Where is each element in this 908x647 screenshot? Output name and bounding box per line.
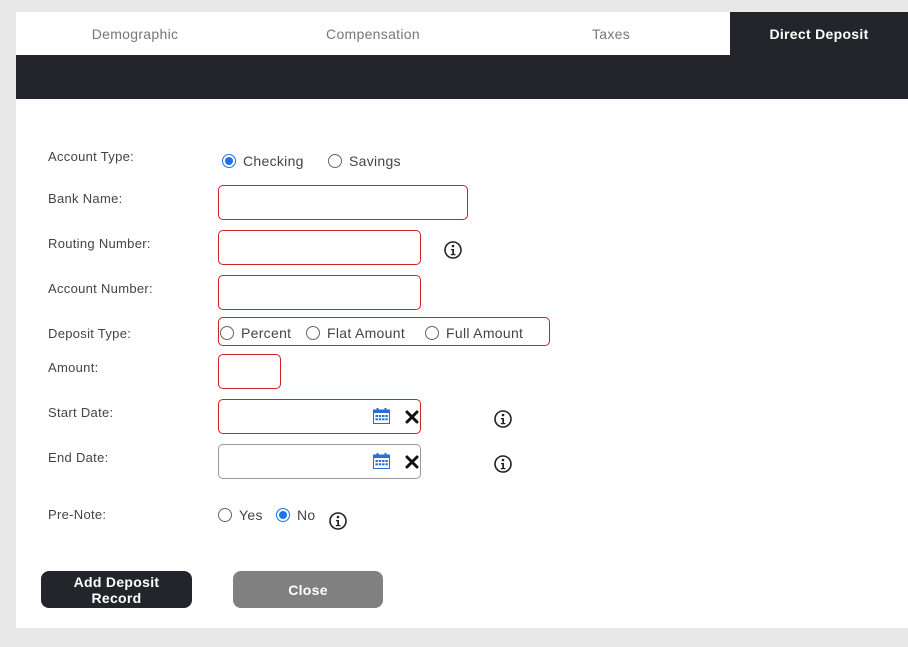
end-date-info-icon[interactable] (494, 455, 512, 473)
flat-amount-radio[interactable] (306, 326, 320, 340)
checking-radio[interactable] (222, 154, 236, 168)
routing-info-icon[interactable] (444, 241, 462, 259)
percent-label: Percent (241, 325, 292, 341)
flat-amount-label: Flat Amount (327, 325, 406, 341)
tab-compensation[interactable]: Compensation (254, 12, 492, 55)
amount-field[interactable] (218, 354, 281, 389)
account-type-savings-option[interactable]: Savings (328, 153, 401, 169)
savings-radio[interactable] (328, 154, 342, 168)
deposit-type-percent-option[interactable]: Percent (220, 325, 291, 341)
start-date-calendar-icon[interactable] (373, 408, 390, 424)
deposit-type-flat-amount-option[interactable]: Flat Amount (306, 325, 405, 341)
deposit-type-label: Deposit Type: (48, 326, 132, 341)
checking-label: Checking (243, 153, 304, 169)
pre-note-no-option[interactable]: No (276, 507, 316, 523)
amount-label: Amount: (48, 360, 99, 375)
amount-input[interactable] (219, 355, 280, 388)
pre-note-label: Pre-Note: (48, 507, 107, 522)
account-type-label: Account Type: (48, 149, 135, 164)
routing-number-input[interactable] (219, 231, 420, 264)
account-number-field[interactable] (218, 275, 421, 310)
end-date-input[interactable] (219, 445, 369, 478)
start-date-field[interactable] (218, 399, 421, 434)
full-amount-label: Full Amount (446, 325, 524, 341)
bank-name-field[interactable] (218, 185, 468, 220)
account-type-checking-option[interactable]: Checking (222, 153, 304, 169)
end-date-label: End Date: (48, 450, 109, 465)
start-date-input[interactable] (219, 400, 369, 433)
no-label: No (297, 507, 316, 523)
start-date-clear-icon[interactable] (405, 410, 419, 424)
yes-radio[interactable] (218, 508, 232, 522)
account-number-input[interactable] (219, 276, 420, 309)
routing-number-label: Routing Number: (48, 236, 151, 251)
end-date-field[interactable] (218, 444, 421, 479)
savings-label: Savings (349, 153, 401, 169)
start-date-label: Start Date: (48, 405, 114, 420)
account-number-label: Account Number: (48, 281, 153, 296)
no-radio[interactable] (276, 508, 290, 522)
close-button[interactable]: Close (233, 571, 383, 608)
tab-direct-deposit[interactable]: Direct Deposit (730, 12, 908, 55)
yes-label: Yes (239, 507, 263, 523)
end-date-calendar-icon[interactable] (373, 453, 390, 469)
tab-taxes[interactable]: Taxes (492, 12, 730, 55)
pre-note-yes-option[interactable]: Yes (218, 507, 263, 523)
bank-name-label: Bank Name: (48, 191, 123, 206)
header-bar (16, 55, 908, 99)
end-date-clear-icon[interactable] (405, 455, 419, 469)
add-deposit-record-button[interactable]: Add Deposit Record (41, 571, 192, 608)
deposit-type-full-amount-option[interactable]: Full Amount (425, 325, 523, 341)
tab-bar: Demographic Compensation Taxes Direct De… (16, 12, 908, 55)
routing-number-field[interactable] (218, 230, 421, 265)
start-date-info-icon[interactable] (494, 410, 512, 428)
bank-name-input[interactable] (219, 186, 467, 219)
pre-note-info-icon[interactable] (329, 512, 347, 530)
percent-radio[interactable] (220, 326, 234, 340)
full-amount-radio[interactable] (425, 326, 439, 340)
direct-deposit-panel: Demographic Compensation Taxes Direct De… (16, 12, 908, 628)
tab-demographic[interactable]: Demographic (16, 12, 254, 55)
